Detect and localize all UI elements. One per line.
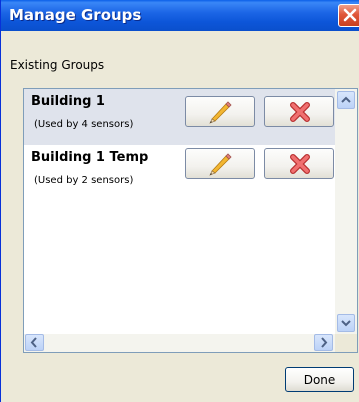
group-name: Building 1 Temp [31,150,149,165]
group-usage: (Used by 2 sensors) [34,175,134,186]
existing-groups-label: Existing Groups [10,58,105,72]
pencil-icon [209,153,232,176]
groups-list[interactable]: Building 1 (Used by 4 sensors) Building … [23,88,358,353]
horizontal-scrollbar[interactable] [24,334,335,352]
scroll-left-button[interactable] [25,334,44,351]
manage-groups-dialog: Manage Groups Existing Groups Building 1… [0,0,359,402]
close-icon [343,8,357,22]
group-name: Building 1 [31,94,105,109]
chevron-left-icon [30,337,37,348]
close-button[interactable] [338,4,359,27]
delete-button[interactable] [264,96,334,127]
done-button[interactable]: Done [285,367,354,392]
edit-button[interactable] [185,96,255,127]
window-title: Manage Groups [9,6,142,24]
delete-button[interactable] [264,148,334,179]
chevron-right-icon [321,337,328,348]
chevron-up-icon [341,96,351,103]
scroll-down-button[interactable] [337,314,355,332]
scrollbar-corner [335,334,357,352]
red-x-icon [290,102,310,122]
pencil-icon [209,101,232,124]
red-x-icon [290,154,310,174]
list-item[interactable]: Building 1 (Used by 4 sensors) [24,89,335,145]
vertical-scrollbar[interactable] [335,89,357,334]
scroll-up-button[interactable] [337,91,355,109]
group-usage: (Used by 4 sensors) [34,119,134,130]
edit-button[interactable] [185,148,255,179]
list-item[interactable]: Building 1 Temp (Used by 2 sensors) [24,145,335,201]
chevron-down-icon [341,320,351,327]
scroll-right-button[interactable] [314,334,333,351]
title-bar[interactable]: Manage Groups [1,0,359,31]
